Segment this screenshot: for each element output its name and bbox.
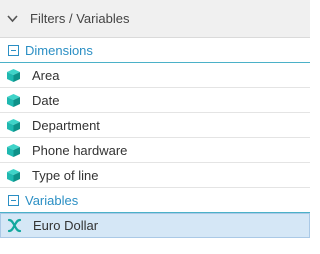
dimension-item-date[interactable]: Date [0, 88, 310, 113]
dimension-label: Type of line [32, 167, 99, 183]
dimension-item-department[interactable]: Department [0, 113, 310, 138]
filters-variables-panel: Filters / Variables Dimensions Area Date… [0, 0, 310, 254]
panel-header[interactable]: Filters / Variables [0, 0, 310, 38]
dimension-label: Area [32, 67, 60, 83]
variable-item-euro-dollar[interactable]: Euro Dollar [0, 213, 310, 238]
dimension-item-area[interactable]: Area [0, 63, 310, 88]
cube-icon [7, 118, 20, 132]
dimension-item-phone-hardware[interactable]: Phone hardware [0, 138, 310, 163]
variable-x-icon [7, 218, 22, 233]
variables-label: Variables [25, 192, 79, 208]
variable-label: Euro Dollar [33, 218, 99, 233]
dimensions-section-header[interactable]: Dimensions [0, 38, 310, 63]
cube-icon [7, 93, 20, 107]
dimension-label: Phone hardware [32, 142, 128, 158]
panel-title: Filters / Variables [30, 11, 130, 26]
cube-icon [7, 168, 20, 182]
dimension-label: Department [32, 117, 100, 133]
cube-icon [7, 143, 20, 157]
dimensions-label: Dimensions [25, 42, 93, 58]
variables-section-header[interactable]: Variables [0, 188, 310, 213]
dimension-item-type-of-line[interactable]: Type of line [0, 163, 310, 188]
collapse-minus-icon[interactable] [8, 194, 19, 206]
dimension-label: Date [32, 92, 60, 108]
collapse-minus-icon[interactable] [8, 44, 19, 56]
chevron-down-icon[interactable] [7, 13, 18, 24]
cube-icon [7, 68, 20, 82]
